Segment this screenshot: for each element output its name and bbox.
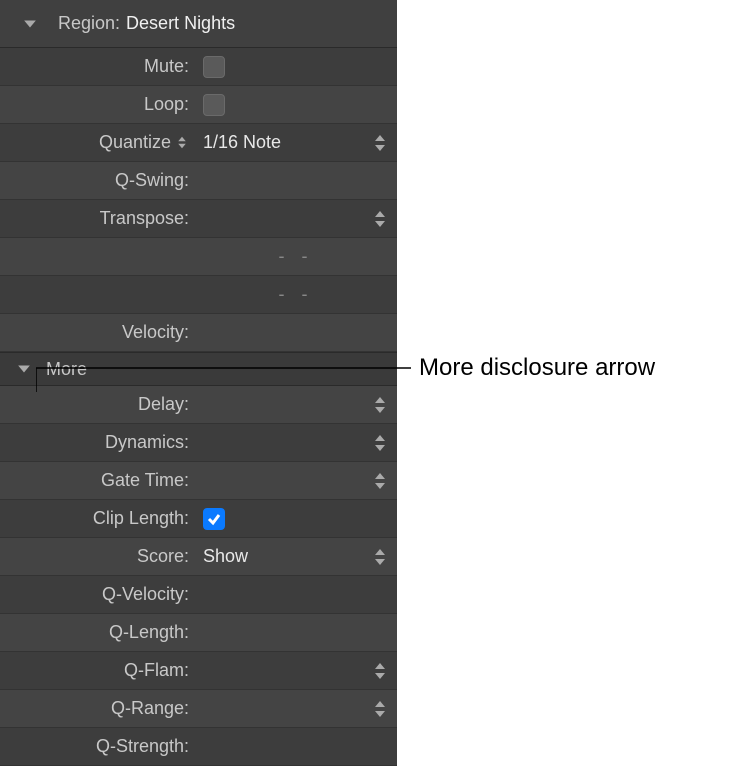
more-section-label: More — [46, 359, 87, 380]
row-qvelocity: Q-Velocity: — [0, 576, 397, 614]
qswing-value[interactable] — [195, 162, 397, 199]
chevron-down-icon — [17, 362, 31, 376]
region-inspector-panel: Region: Desert Nights Mute: Loop: Quanti… — [0, 0, 397, 766]
label-velocity: Velocity: — [0, 322, 195, 343]
region-disclosure-arrow[interactable] — [20, 14, 40, 34]
region-header: Region: Desert Nights — [0, 0, 397, 48]
region-rows: Mute: Loop: Quantize 1/16 Note — [0, 48, 397, 766]
label-mute: Mute: — [0, 56, 195, 77]
row-transpose: Transpose: — [0, 200, 397, 238]
score-select[interactable]: Show — [195, 538, 397, 575]
blank1-value: - - — [203, 246, 389, 267]
more-disclosure-arrow[interactable] — [14, 359, 34, 379]
quantize-select[interactable]: 1/16 Note — [195, 124, 397, 161]
row-gatetime: Gate Time: — [0, 462, 397, 500]
label-loop: Loop: — [0, 94, 195, 115]
delay-stepper-icon — [371, 396, 389, 414]
row-quantize: Quantize 1/16 Note — [0, 124, 397, 162]
row-cliplength: Clip Length: — [0, 500, 397, 538]
delay-select[interactable] — [195, 386, 397, 423]
quantize-label-stepper[interactable] — [175, 136, 189, 149]
chevron-up-icon — [177, 136, 187, 142]
label-qstrength: Q-Strength: — [0, 736, 195, 757]
qlength-value[interactable] — [195, 614, 397, 651]
label-qrange: Q-Range: — [0, 698, 195, 719]
blank2-value: - - — [203, 284, 389, 305]
row-qrange: Q-Range: — [0, 690, 397, 728]
qrange-select[interactable] — [195, 690, 397, 727]
score-value: Show — [203, 546, 371, 567]
chevron-down-icon — [23, 17, 37, 31]
row-qswing: Q-Swing: — [0, 162, 397, 200]
label-qvelocity: Q-Velocity: — [0, 584, 195, 605]
velocity-value[interactable] — [195, 314, 397, 351]
qflam-stepper-icon — [371, 662, 389, 680]
qrange-stepper-icon — [371, 700, 389, 718]
transpose-select[interactable] — [195, 200, 397, 237]
qstrength-value[interactable] — [195, 728, 397, 765]
row-blank1: - - — [0, 238, 397, 276]
quantize-stepper-icon — [371, 134, 389, 152]
row-velocity: Velocity: — [0, 314, 397, 352]
row-qflam: Q-Flam: — [0, 652, 397, 690]
label-quantize: Quantize — [99, 132, 171, 153]
label-qflam: Q-Flam: — [0, 660, 195, 681]
chevron-down-icon — [177, 143, 187, 149]
loop-checkbox[interactable] — [203, 94, 225, 116]
checkmark-icon — [206, 511, 222, 527]
more-section-header[interactable]: More — [0, 352, 397, 386]
row-qstrength: Q-Strength: — [0, 728, 397, 766]
row-loop: Loop: — [0, 86, 397, 124]
label-score: Score: — [0, 546, 195, 567]
label-qswing: Q-Swing: — [0, 170, 195, 191]
qflam-select[interactable] — [195, 652, 397, 689]
dynamics-stepper-icon — [371, 434, 389, 452]
label-cliplength: Clip Length: — [0, 508, 195, 529]
label-transpose: Transpose: — [0, 208, 195, 229]
label-dynamics: Dynamics: — [0, 432, 195, 453]
cliplength-checkbox[interactable] — [203, 508, 225, 530]
row-dynamics: Dynamics: — [0, 424, 397, 462]
gatetime-select[interactable] — [195, 462, 397, 499]
mute-checkbox[interactable] — [203, 56, 225, 78]
row-score: Score: Show — [0, 538, 397, 576]
qvelocity-value[interactable] — [195, 576, 397, 613]
transpose-stepper-icon — [371, 210, 389, 228]
row-mute: Mute: — [0, 48, 397, 86]
label-gatetime: Gate Time: — [0, 470, 195, 491]
dynamics-select[interactable] — [195, 424, 397, 461]
region-header-title: Desert Nights — [126, 13, 235, 34]
row-qlength: Q-Length: — [0, 614, 397, 652]
region-header-label: Region: — [58, 13, 120, 34]
score-stepper-icon — [371, 548, 389, 566]
gatetime-stepper-icon — [371, 472, 389, 490]
label-qlength: Q-Length: — [0, 622, 195, 643]
row-delay: Delay: — [0, 386, 397, 424]
row-blank2: - - — [0, 276, 397, 314]
label-delay: Delay: — [0, 394, 195, 415]
annotation-text: More disclosure arrow — [419, 354, 655, 382]
quantize-value: 1/16 Note — [203, 132, 371, 153]
